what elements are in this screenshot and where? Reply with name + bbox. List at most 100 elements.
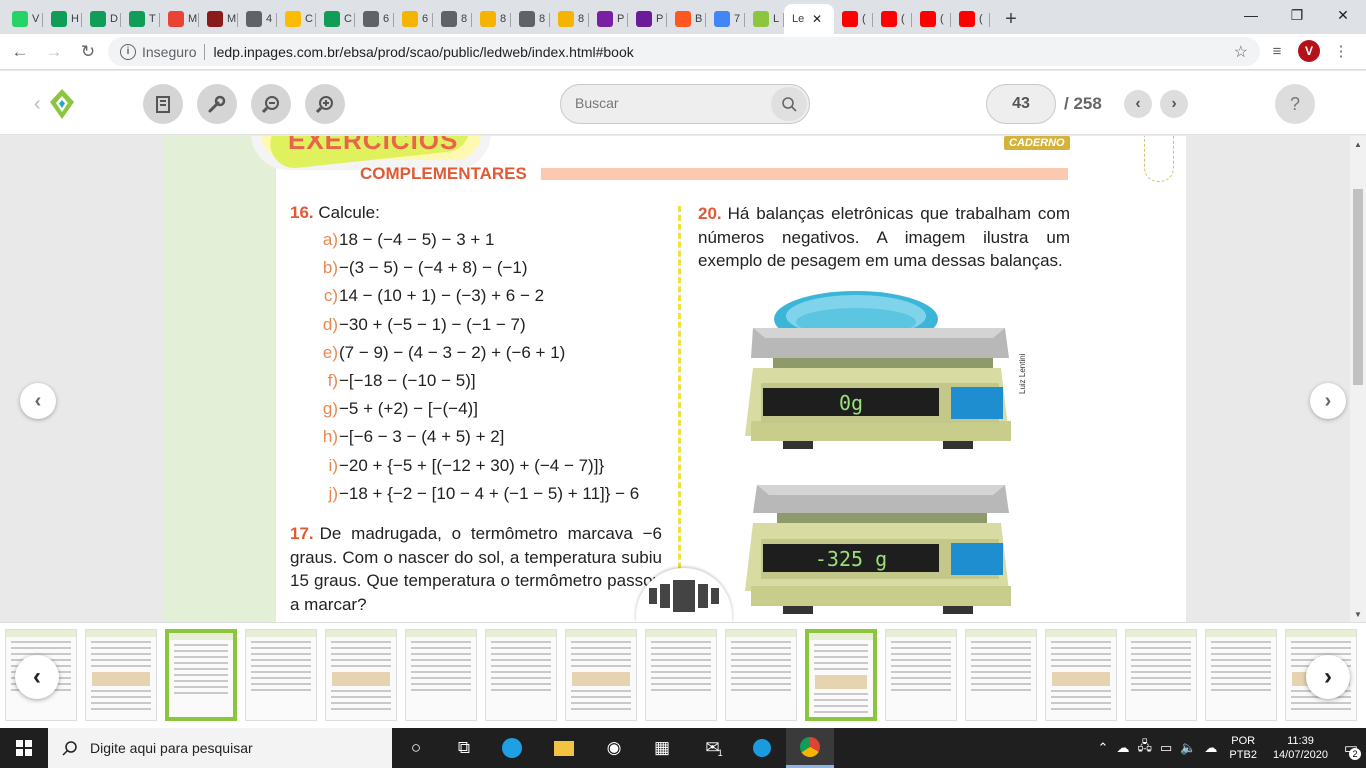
taskbar-search-placeholder: Digite aqui para pesquisar xyxy=(90,740,253,756)
info-icon[interactable]: i xyxy=(120,43,136,60)
search-icon[interactable] xyxy=(771,87,807,121)
zoom-in-icon[interactable] xyxy=(305,84,345,124)
browser-tab[interactable]: T xyxy=(121,4,160,34)
network-icon[interactable]: 🖧 xyxy=(1137,737,1152,759)
browser-tab[interactable]: B xyxy=(667,4,706,34)
minimize-icon[interactable]: — xyxy=(1228,0,1274,30)
browser-tab[interactable]: 8 xyxy=(472,4,511,34)
page-thumbnail[interactable] xyxy=(245,629,317,721)
bookmark-icon[interactable] xyxy=(1144,136,1174,182)
ledp-logo-icon[interactable] xyxy=(49,88,75,120)
app-blue-icon[interactable] xyxy=(738,728,786,768)
page-thumbnail[interactable] xyxy=(725,629,797,721)
page-thumbnail[interactable] xyxy=(965,629,1037,721)
page-thumbnail[interactable] xyxy=(485,629,557,721)
weather-icon[interactable]: ☁ xyxy=(1116,740,1129,756)
forward-icon[interactable]: → xyxy=(42,40,66,64)
thumb-line xyxy=(174,680,228,682)
browser-tab[interactable]: ( xyxy=(951,4,990,34)
taskbar-search[interactable]: Digite aqui para pesquisar xyxy=(48,728,392,768)
task-view-icon[interactable]: ⧉ xyxy=(440,728,488,768)
reload-icon[interactable]: ↻ xyxy=(76,40,100,64)
prev-page-icon[interactable]: ‹ xyxy=(1124,90,1152,118)
edge-icon[interactable] xyxy=(488,728,536,768)
browser-tab[interactable]: 8 xyxy=(433,4,472,34)
back-icon[interactable]: ← xyxy=(8,40,32,64)
page-thumbnail[interactable] xyxy=(885,629,957,721)
browser-tab[interactable]: C xyxy=(277,4,316,34)
browser-tab[interactable]: ( xyxy=(873,4,912,34)
chevron-up-icon[interactable]: ⌃ xyxy=(1098,740,1109,756)
page-thumbnail[interactable] xyxy=(85,629,157,721)
page-thumbnail[interactable] xyxy=(565,629,637,721)
wrench-icon[interactable] xyxy=(197,84,237,124)
store-icon[interactable]: ▦ xyxy=(638,728,686,768)
clock[interactable]: 11:39 14/07/2020 xyxy=(1273,734,1328,762)
reading-list-icon[interactable]: ≡ xyxy=(1266,43,1288,60)
avatar[interactable]: V xyxy=(1298,40,1320,62)
mail-icon[interactable]: ✉ 1 xyxy=(690,728,738,768)
browser-tab[interactable]: ( xyxy=(912,4,951,34)
browser-tab[interactable]: V xyxy=(4,4,43,34)
browser-tab[interactable]: 7 xyxy=(706,4,745,34)
close-window-icon[interactable]: ✕ xyxy=(1320,0,1366,30)
omnibox[interactable]: i Inseguro ledp.inpages.com.br/ebsa/prod… xyxy=(108,37,1260,66)
language-indicator[interactable]: POR PTB2 xyxy=(1229,734,1257,762)
browser-tab[interactable]: C xyxy=(316,4,355,34)
browser-tab[interactable]: 8 xyxy=(511,4,550,34)
browser-tab[interactable]: M xyxy=(160,4,199,34)
tab-strip: V H D T M M 4 C C 6 6 8 8 8 8 P P B 7 L Le ✕ ((((+ — ❐ ✕ xyxy=(0,0,1366,34)
battery-icon[interactable]: ▭ xyxy=(1160,740,1172,756)
chrome-icon[interactable] xyxy=(786,728,834,768)
page-thumbnail[interactable] xyxy=(325,629,397,721)
browser-tab[interactable]: D xyxy=(82,4,121,34)
cortana-icon[interactable]: ○ xyxy=(392,728,440,768)
maximize-icon[interactable]: ❐ xyxy=(1274,0,1320,30)
page-thumbnail[interactable] xyxy=(1125,629,1197,721)
file-explorer-icon[interactable] xyxy=(540,728,588,768)
menu-dots-icon[interactable]: ⋮ xyxy=(1330,42,1352,60)
browser-tab[interactable]: 4 xyxy=(238,4,277,34)
windows-start-icon[interactable] xyxy=(0,728,48,768)
browser-tab[interactable]: P xyxy=(589,4,628,34)
browser-tab[interactable]: P xyxy=(628,4,667,34)
thumbs-next-icon[interactable]: › xyxy=(1306,655,1350,699)
prev-spread-icon[interactable]: ‹ xyxy=(20,383,56,419)
browser-tab[interactable]: L xyxy=(745,4,784,34)
search-input[interactable] xyxy=(575,95,765,111)
cloud-icon[interactable]: ☁ xyxy=(1204,740,1217,756)
volume-icon[interactable]: 🔈 xyxy=(1180,740,1196,756)
close-tab-icon[interactable]: ✕ xyxy=(812,12,822,26)
page-thumbnail[interactable] xyxy=(165,629,237,721)
browser-tab[interactable]: 6 xyxy=(355,4,394,34)
browser-tab[interactable]: 8 xyxy=(550,4,589,34)
browser-tab[interactable]: Le ✕ xyxy=(784,4,834,34)
help-icon[interactable]: ? xyxy=(1275,84,1315,124)
page-thumbnail[interactable] xyxy=(805,629,877,721)
scroll-up-icon[interactable]: ▲ xyxy=(1354,140,1362,149)
page-thumbnail[interactable] xyxy=(645,629,717,721)
vertical-scrollbar[interactable]: ▲ ▼ xyxy=(1350,136,1366,622)
obs-icon[interactable]: ◉ xyxy=(590,728,638,768)
thumbs-prev-icon[interactable]: ‹ xyxy=(15,655,59,699)
url-text[interactable]: ledp.inpages.com.br/ebsa/prod/scao/publi… xyxy=(213,44,633,60)
question-16-items: a) 18 − (−4 − 5) − 3 + 1 b) −(3 − 5) − (−4 … xyxy=(318,230,678,512)
browser-tab[interactable]: 6 xyxy=(394,4,433,34)
zoom-out-icon[interactable] xyxy=(251,84,291,124)
next-spread-icon[interactable]: › xyxy=(1310,383,1346,419)
scroll-thumb[interactable] xyxy=(1353,189,1363,385)
page-thumbnail[interactable] xyxy=(405,629,477,721)
collapse-arrow-icon[interactable]: ‹ xyxy=(34,93,41,116)
page-thumbnail[interactable] xyxy=(1045,629,1117,721)
browser-tab[interactable]: M xyxy=(199,4,238,34)
browser-tab[interactable]: H xyxy=(43,4,82,34)
page-number-input[interactable]: 43 xyxy=(986,84,1056,124)
scroll-down-icon[interactable]: ▼ xyxy=(1354,610,1362,619)
page-thumbnail[interactable] xyxy=(1205,629,1277,721)
notification-icon[interactable]: ▭2 xyxy=(1336,728,1366,768)
book-index-icon[interactable] xyxy=(143,84,183,124)
new-tab-button[interactable]: + xyxy=(996,4,1026,34)
browser-tab[interactable]: ( xyxy=(834,4,873,34)
bookmark-star-icon[interactable]: ☆ xyxy=(1234,42,1248,62)
next-page-icon[interactable]: › xyxy=(1160,90,1188,118)
